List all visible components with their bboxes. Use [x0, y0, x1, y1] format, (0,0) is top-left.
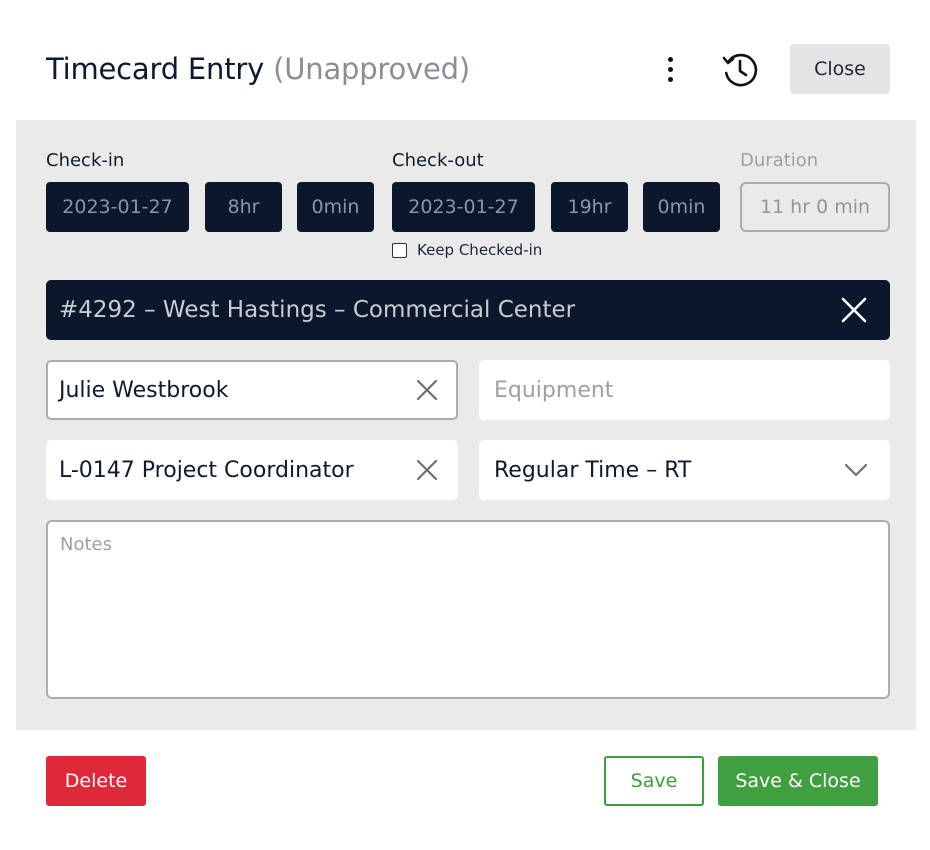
project-value: #4292 – West Hastings – Commercial Cente…: [59, 297, 576, 323]
equipment-select[interactable]: Equipment: [479, 360, 890, 420]
duration-field: 11 hr 0 min: [740, 182, 890, 232]
labor-code-value: L-0147 Project Coordinator: [59, 457, 354, 483]
save-and-close-button[interactable]: Save & Close: [718, 756, 878, 806]
labor-code-select[interactable]: L-0147 Project Coordinator: [46, 440, 458, 500]
page-title: Timecard Entry (Unapproved): [46, 52, 470, 86]
title-text: Timecard Entry: [46, 52, 265, 86]
checkin-hour-field[interactable]: 8hr: [205, 182, 282, 232]
checkin-minute-field[interactable]: 0min: [297, 182, 374, 232]
save-button[interactable]: Save: [604, 756, 704, 806]
keep-checked-in-option[interactable]: Keep Checked-in: [392, 241, 542, 259]
delete-button[interactable]: Delete: [46, 756, 146, 806]
dialog-header: Timecard Entry (Unapproved) Close: [46, 44, 890, 94]
employee-value: Julie Westbrook: [59, 377, 229, 403]
clear-project-icon[interactable]: [840, 296, 868, 324]
keep-checked-in-label: Keep Checked-in: [417, 241, 543, 259]
timecard-form-panel: Check-in 2023-01-27 8hr 0min Check-out 2…: [16, 120, 916, 730]
pay-type-select[interactable]: Regular Time – RT: [479, 440, 890, 500]
chevron-down-icon[interactable]: [844, 462, 868, 478]
employee-select[interactable]: Julie Westbrook: [46, 360, 458, 420]
pay-type-value: Regular Time – RT: [494, 457, 692, 483]
checkout-date-field[interactable]: 2023-01-27: [392, 182, 535, 232]
checkout-minute-field[interactable]: 0min: [643, 182, 720, 232]
approval-status: (Unapproved): [273, 52, 470, 86]
clear-employee-icon[interactable]: [416, 379, 438, 401]
history-icon[interactable]: [720, 50, 760, 90]
duration-label: Duration: [740, 150, 819, 171]
equipment-placeholder: Equipment: [494, 377, 614, 403]
project-select[interactable]: #4292 – West Hastings – Commercial Cente…: [46, 280, 890, 340]
checkin-label: Check-in: [46, 150, 125, 171]
keep-checked-in-checkbox[interactable]: [392, 242, 407, 258]
notes-textarea[interactable]: [46, 520, 890, 699]
checkout-hour-field[interactable]: 19hr: [551, 182, 628, 232]
clear-labor-code-icon[interactable]: [416, 459, 438, 481]
close-button[interactable]: Close: [790, 44, 890, 94]
checkout-label: Check-out: [392, 150, 484, 171]
more-options-icon[interactable]: [658, 52, 682, 86]
checkin-date-field[interactable]: 2023-01-27: [46, 182, 189, 232]
